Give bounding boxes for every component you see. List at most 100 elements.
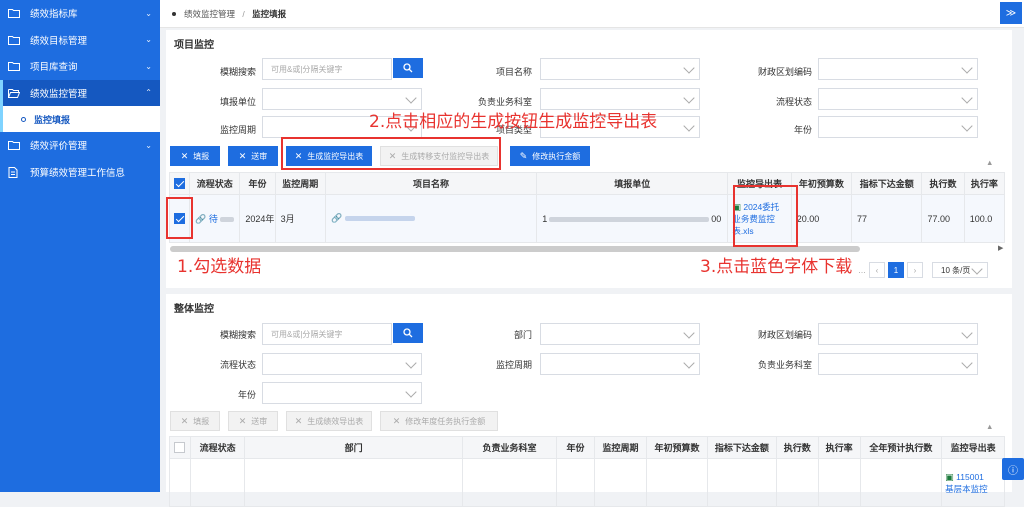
tools-icon: ✕	[238, 150, 247, 161]
column-header[interactable]: 年份	[239, 172, 276, 195]
button-label: 填报	[193, 416, 210, 426]
scroll-right-icon[interactable]: ▶	[998, 244, 1003, 252]
fill-button[interactable]: ✕ 填报	[170, 411, 220, 431]
page-size-select[interactable]: 10 条/页	[932, 262, 988, 278]
annotation-step1: 1.勾选数据	[177, 257, 262, 277]
column-header[interactable]: 执行数	[775, 436, 819, 459]
column-header[interactable]: 负责业务科室	[461, 436, 558, 459]
folder-icon	[8, 140, 20, 151]
export-file-link[interactable]: 115001	[956, 472, 984, 482]
column-header[interactable]: 监控周期	[593, 436, 648, 459]
fill-button[interactable]: ✕ 填报	[170, 146, 220, 166]
year-label: 年份	[793, 125, 812, 135]
export-file-cell[interactable]: ▣ 115001 基层本监控	[941, 458, 1005, 507]
status-link[interactable]: 待	[209, 214, 218, 224]
column-header[interactable]: 指标下达金额	[851, 172, 923, 195]
export-file-link-cont[interactable]: 基层本监控	[945, 484, 988, 494]
submit-button[interactable]: ✕ 送审	[228, 146, 278, 166]
table-header-row: 流程状态 部门 负责业务科室 年份 监控周期 年初预算数 指标下达金额 执行数 …	[169, 436, 1005, 459]
column-header[interactable]: 执行率	[963, 172, 1006, 195]
fuzzy-search-input[interactable]: 可用&或|分隔关键字	[262, 58, 392, 80]
column-header[interactable]: 部门	[244, 436, 463, 459]
table-row[interactable]: 🔗 待 2024年 3月 🔗 1 00 ▣ 2024委托业务费监控表.xls 20…	[168, 194, 1006, 243]
chevron-down-icon	[405, 92, 417, 104]
sidebar-item-monitor-management[interactable]: 绩效监控管理 ⌃	[0, 79, 160, 106]
column-header[interactable]: 项目名称	[324, 172, 538, 195]
unit-suffix: 00	[711, 213, 722, 224]
expand-button[interactable]: ≫	[1000, 2, 1022, 24]
prev-page-button[interactable]: ‹	[869, 262, 885, 278]
column-header[interactable]: 年初预算数	[790, 172, 853, 195]
period-label: 监控周期	[219, 125, 256, 135]
button-label: 修改执行金额	[532, 151, 581, 161]
year-select[interactable]	[818, 116, 978, 138]
column-header[interactable]: 监控导出表	[941, 436, 1005, 459]
chevron-down-icon	[683, 62, 695, 74]
placeholder-text: 可用&或|分隔关键字	[271, 329, 343, 339]
period-select[interactable]	[540, 353, 700, 375]
column-header[interactable]: 指标下达金额	[706, 436, 777, 459]
dept-select[interactable]	[540, 323, 700, 345]
region-code-select[interactable]	[818, 58, 978, 80]
chevron-down-icon	[405, 386, 417, 398]
folder-icon	[8, 61, 20, 72]
sidebar-item-goal-management[interactable]: 绩效目标管理 ⌄	[0, 27, 160, 54]
region-code-label: 财政区划编码	[757, 67, 812, 77]
sidebar-item-work-info[interactable]: 预算绩效管理工作信息	[0, 159, 160, 186]
search-button[interactable]	[393, 58, 423, 78]
chevron-down-icon	[405, 357, 417, 369]
biz-dept-select[interactable]	[818, 353, 978, 375]
select-all-checkbox[interactable]	[174, 442, 186, 454]
chevron-down-icon	[683, 327, 695, 339]
redacted-project-name[interactable]	[344, 216, 415, 222]
breadcrumb-parent[interactable]: 绩效监控管理	[184, 9, 235, 19]
column-header[interactable]: 执行数	[921, 172, 965, 195]
column-header[interactable]: 监控周期	[274, 172, 326, 195]
sidebar-subitem-monitor-fill[interactable]: 监控填报	[0, 106, 160, 132]
column-header[interactable]: 执行率	[817, 436, 861, 459]
column-header[interactable]: 流程状态	[189, 172, 241, 195]
table-cell	[706, 458, 777, 507]
region-code-label: 财政区划编码	[757, 330, 812, 340]
edit-exec-amount-button[interactable]: ✎ 修改执行金额	[510, 146, 590, 166]
project-name-cell[interactable]: 🔗	[324, 194, 538, 243]
project-name-select[interactable]	[540, 58, 700, 80]
table-cell	[775, 458, 819, 507]
sidebar-item-indicator-library[interactable]: 绩效指标库 ⌄	[0, 0, 160, 27]
dept-label: 部门	[513, 330, 532, 340]
resize-handle-icon[interactable]: ▲	[986, 422, 993, 431]
edit-annual-exec-button[interactable]: ✕ 修改年度任务执行金额	[380, 411, 498, 431]
sidebar-item-project-query[interactable]: 项目库查询 ⌄	[0, 53, 160, 80]
status-select[interactable]	[262, 353, 422, 375]
select-all-checkbox[interactable]	[174, 178, 186, 190]
row-checkbox-cell[interactable]	[169, 458, 191, 507]
resize-handle-icon[interactable]: ▲	[986, 158, 993, 167]
status-select[interactable]	[818, 88, 978, 110]
chevron-down-icon	[961, 92, 973, 104]
status-cell[interactable]: 🔗 待	[189, 194, 241, 243]
sidebar-item-evaluation-management[interactable]: 绩效评价管理 ⌄	[0, 132, 160, 159]
region-code-select[interactable]	[818, 323, 978, 345]
select-all-cell[interactable]	[169, 436, 191, 459]
chevron-down-icon: ⌄	[145, 140, 152, 150]
column-header[interactable]: 全年预计执行数	[859, 436, 943, 459]
table-row[interactable]: ▣ 115001 基层本监控	[169, 458, 1005, 507]
info-button[interactable]: ⓘ	[1002, 458, 1024, 480]
chevron-down-icon: ⌄	[145, 8, 152, 18]
year-select[interactable]	[262, 382, 422, 404]
column-header[interactable]: 年初预算数	[646, 436, 708, 459]
submit-button[interactable]: ✕ 送审	[228, 411, 278, 431]
search-button[interactable]	[393, 323, 423, 343]
top-bar: 绩效监控管理 / 监控填报 ≫	[160, 0, 1024, 28]
placeholder-text: 可用&或|分隔关键字	[271, 64, 343, 74]
page-number-button[interactable]: 1	[888, 262, 904, 278]
select-all-cell[interactable]	[168, 172, 191, 195]
next-page-button[interactable]: ›	[907, 262, 923, 278]
column-header[interactable]: 填报单位	[536, 172, 729, 195]
column-header[interactable]: 年份	[556, 436, 595, 459]
fuzzy-search-input[interactable]: 可用&或|分隔关键字	[262, 323, 392, 345]
button-label: 修改年度任务执行金额	[405, 416, 486, 426]
generate-perf-export-button[interactable]: ✕ 生成绩效导出表	[286, 411, 372, 431]
pager-ellipsis: …	[858, 265, 866, 275]
column-header[interactable]: 流程状态	[189, 436, 246, 459]
